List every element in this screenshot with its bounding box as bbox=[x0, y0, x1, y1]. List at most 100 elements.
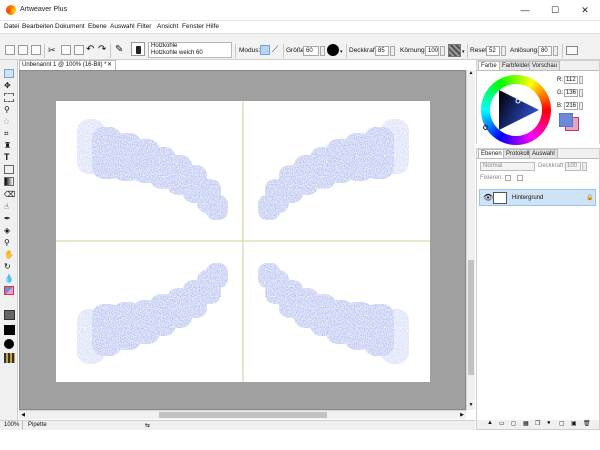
scroll-left-icon[interactable]: ◀ bbox=[19, 411, 27, 419]
quickmask-icon[interactable] bbox=[4, 310, 15, 320]
magic-wand-tool-icon[interactable]: ⚲ bbox=[4, 105, 14, 114]
eye-icon[interactable]: 👁 bbox=[483, 193, 493, 202]
zoom-tool-icon[interactable]: ⚲ bbox=[4, 238, 14, 247]
menu-filter[interactable]: Filter bbox=[137, 23, 151, 30]
layer-row[interactable]: 👁 Hintergrund 🔒 bbox=[479, 189, 596, 206]
fill-tool-icon[interactable]: ◈ bbox=[4, 226, 14, 235]
green-input[interactable]: 136 bbox=[564, 89, 578, 97]
hue-marker[interactable] bbox=[483, 125, 488, 130]
blur-tool-icon[interactable]: 💧 bbox=[4, 274, 14, 283]
texture-icon[interactable] bbox=[448, 44, 461, 57]
vertical-scroll-thumb[interactable] bbox=[468, 260, 474, 375]
reset-input[interactable]: 52 bbox=[486, 46, 500, 56]
crop-tool-icon[interactable]: ⌗ bbox=[4, 129, 14, 138]
brush-shape-icon[interactable] bbox=[327, 44, 339, 56]
chevron-down-icon[interactable]: ▾ bbox=[340, 49, 343, 55]
maximize-button[interactable]: ☐ bbox=[544, 3, 566, 17]
vertical-scrollbar[interactable]: ▲ ▼ bbox=[466, 70, 475, 410]
palette-toggle-icon[interactable] bbox=[566, 46, 578, 55]
stamp-tool-icon[interactable]: ♜ bbox=[4, 141, 14, 150]
save-icon[interactable] bbox=[31, 45, 41, 55]
grain-dropdown-icon[interactable] bbox=[440, 46, 445, 56]
new-file-icon[interactable] bbox=[5, 45, 15, 55]
layer-effects-icon[interactable]: ▭ bbox=[499, 420, 505, 427]
adjustment-icon[interactable]: ● bbox=[547, 420, 551, 426]
delete-layer-icon[interactable]: 🗑 bbox=[583, 420, 591, 427]
green-spinner[interactable] bbox=[579, 89, 583, 97]
gradient-tool-icon[interactable] bbox=[4, 177, 14, 186]
eraser-tool-icon[interactable]: ⌫ bbox=[4, 190, 15, 199]
tab-swatches[interactable]: Farbfelder bbox=[499, 61, 533, 70]
close-button[interactable]: ✕ bbox=[574, 3, 596, 17]
rect-select-tool-icon[interactable] bbox=[4, 93, 14, 102]
menu-auswahl[interactable]: Auswahl bbox=[110, 23, 135, 30]
menu-hilfe[interactable]: Hilfe bbox=[206, 23, 219, 30]
smudge-tool-icon[interactable]: ☝ bbox=[4, 202, 14, 211]
color-wheel[interactable] bbox=[481, 75, 551, 145]
color-triangle[interactable] bbox=[491, 87, 541, 133]
brush-tip-icon[interactable] bbox=[4, 339, 14, 349]
tab-preview[interactable]: Vorschau bbox=[529, 61, 561, 70]
red-input[interactable]: 112 bbox=[564, 76, 578, 84]
size-input[interactable]: 60 bbox=[303, 46, 319, 56]
new-group-icon[interactable]: ▦ bbox=[523, 420, 529, 427]
tab-history[interactable]: Protokoll bbox=[503, 149, 533, 158]
brush-tool-button[interactable] bbox=[4, 69, 14, 78]
move-tool-icon[interactable]: ✥ bbox=[4, 81, 14, 90]
layer-opacity-spinner[interactable] bbox=[582, 162, 587, 171]
lock-icon[interactable]: 🔒 bbox=[586, 194, 593, 201]
close-icon[interactable]: ✕ bbox=[107, 61, 112, 70]
menu-dokument[interactable]: Dokument bbox=[55, 23, 85, 30]
blue-input[interactable]: 216 bbox=[564, 102, 578, 110]
scroll-down-icon[interactable]: ▼ bbox=[468, 402, 474, 410]
brush-selector[interactable]: Holzkohle Holzkohle weich 60 bbox=[148, 42, 232, 58]
lock-pixels-checkbox[interactable] bbox=[517, 175, 523, 181]
canvas[interactable] bbox=[56, 101, 430, 382]
paper-texture-icon[interactable] bbox=[4, 353, 15, 363]
dissolve-input[interactable]: 80 bbox=[538, 46, 552, 56]
color-swatch-icon[interactable] bbox=[4, 286, 14, 295]
redo-icon[interactable]: ↷ bbox=[98, 44, 106, 55]
document-tab[interactable]: Unbenannt 1 @ 100% (16-Bit) * ✕ bbox=[19, 60, 116, 70]
hand-tool-icon[interactable]: ✋ bbox=[4, 250, 14, 259]
opacity-input[interactable]: 85 bbox=[375, 46, 389, 56]
rotate-tool-icon[interactable]: ↻ bbox=[4, 262, 14, 271]
menu-fenster[interactable]: Fenster bbox=[182, 23, 204, 30]
horizontal-scrollbar[interactable]: ◀ ▶ bbox=[19, 410, 466, 419]
blend-mode-select[interactable]: Normal bbox=[480, 162, 535, 171]
lasso-tool-icon[interactable]: ◌ bbox=[4, 117, 14, 126]
dissolve-dropdown-icon[interactable] bbox=[553, 46, 558, 56]
lock-transparency-checkbox[interactable] bbox=[505, 175, 511, 181]
tab-layers[interactable]: Ebenen bbox=[478, 149, 505, 158]
menu-bearbeiten[interactable]: Bearbeiten bbox=[22, 23, 53, 30]
copy-icon[interactable] bbox=[61, 45, 71, 55]
cut-icon[interactable]: ✂ bbox=[48, 45, 58, 55]
brush-preview-icon[interactable] bbox=[131, 42, 145, 56]
shape-tool-icon[interactable] bbox=[4, 165, 14, 174]
menu-datei[interactable]: Datei bbox=[4, 23, 19, 30]
mode-line-icon[interactable]: ⟋ bbox=[272, 44, 278, 55]
undo-icon[interactable]: ↶ bbox=[86, 44, 94, 55]
red-spinner[interactable] bbox=[579, 76, 583, 84]
opacity-dropdown-icon[interactable] bbox=[390, 46, 395, 56]
scroll-up-icon[interactable]: ▲ bbox=[468, 70, 474, 78]
paste-icon[interactable] bbox=[74, 45, 84, 55]
blue-spinner[interactable] bbox=[579, 102, 583, 110]
layer-properties-icon[interactable]: ▲ bbox=[487, 420, 493, 426]
chevron-down-icon[interactable]: ▾ bbox=[462, 49, 465, 55]
new-layer-icon[interactable]: ▢ bbox=[559, 420, 565, 427]
open-file-icon[interactable] bbox=[18, 45, 28, 55]
grain-input[interactable]: 100 bbox=[425, 46, 439, 56]
tab-selection[interactable]: Auswahl bbox=[529, 149, 558, 158]
mode-normal-icon[interactable] bbox=[260, 45, 270, 55]
menu-ansicht[interactable]: Ansicht bbox=[157, 23, 178, 30]
foreground-color-swatch[interactable] bbox=[559, 113, 573, 127]
size-dropdown-icon[interactable] bbox=[320, 46, 325, 56]
horizontal-scroll-thumb[interactable] bbox=[159, 412, 327, 418]
text-tool-icon[interactable]: T bbox=[4, 153, 14, 162]
brush-size-preview-icon[interactable] bbox=[4, 325, 15, 335]
tab-color[interactable]: Farbe bbox=[478, 61, 500, 70]
zoom-level[interactable]: 100% bbox=[4, 422, 19, 428]
scroll-right-icon[interactable]: ▶ bbox=[458, 411, 466, 419]
reset-dropdown-icon[interactable] bbox=[501, 46, 506, 56]
